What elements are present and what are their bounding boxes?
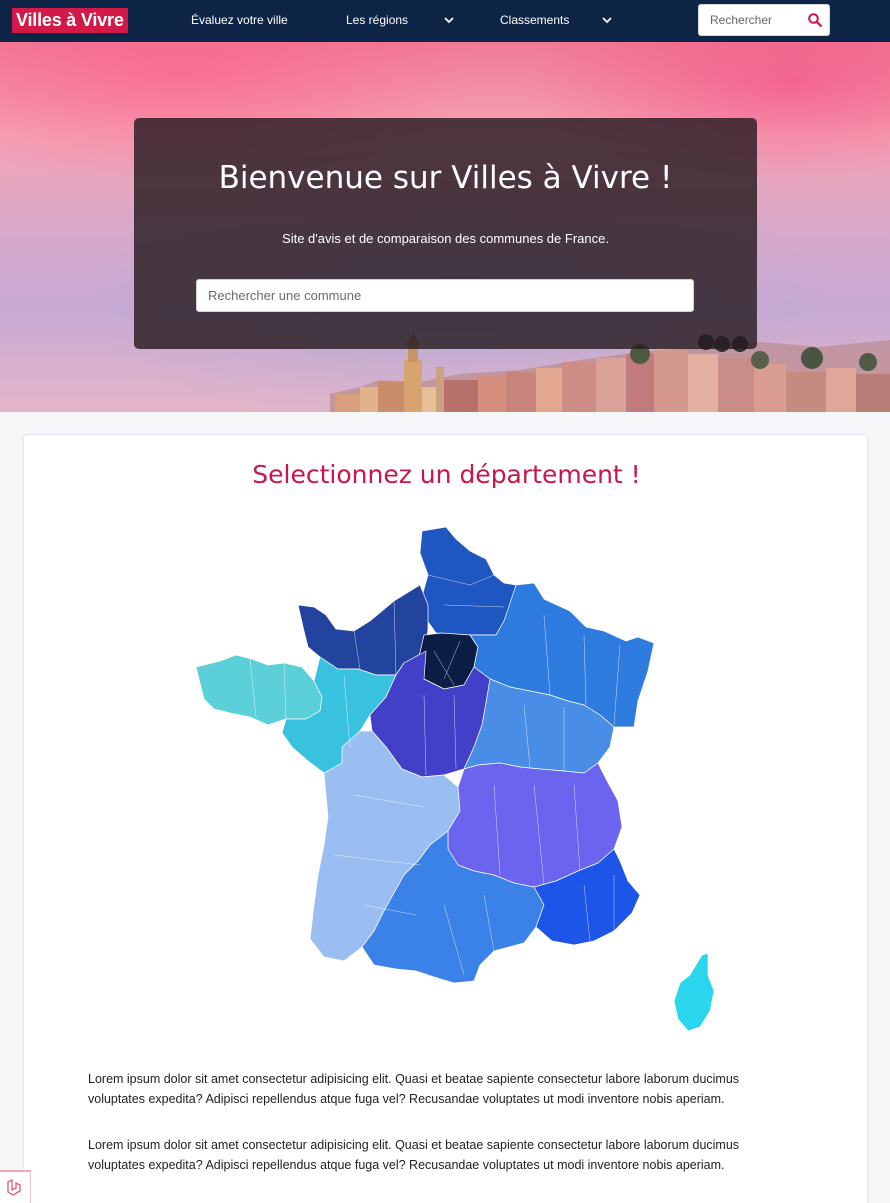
nav-item-regions[interactable]: Les régions	[346, 0, 408, 42]
laravel-icon[interactable]	[0, 1170, 31, 1203]
chevron-down-icon[interactable]	[601, 14, 613, 26]
navbar-search-input[interactable]	[699, 5, 799, 35]
hero-banner: Bienvenue sur Villes à Vivre ! Site d'av…	[0, 42, 890, 412]
navbar: Villes à Vivre Évaluez votre ville Les r…	[0, 0, 890, 42]
hero-subtitle: Site d'avis et de comparaison des commun…	[282, 231, 609, 246]
nav-item-label: Les régions	[346, 13, 409, 27]
site-logo[interactable]: Villes à Vivre	[12, 8, 128, 33]
nav-item-evaluez[interactable]: Évaluez votre ville	[191, 0, 288, 42]
nav-item-classements[interactable]: Classements	[500, 0, 569, 42]
intro-paragraph-1: Lorem ipsum dolor sit amet consectetur a…	[88, 1072, 740, 1106]
region-hauts-de-france[interactable]	[419, 526, 517, 636]
region-bretagne[interactable]	[195, 654, 323, 726]
intro-paragraph-2: Lorem ipsum dolor sit amet consectetur a…	[88, 1138, 740, 1172]
commune-search-input[interactable]	[196, 279, 694, 312]
nav-item-label: Classements	[500, 13, 570, 27]
hero-welcome-card: Bienvenue sur Villes à Vivre ! Site d'av…	[134, 118, 757, 349]
nav-item-label: Évaluez votre ville	[191, 13, 288, 27]
hero-title: Bienvenue sur Villes à Vivre !	[218, 160, 673, 196]
france-departments-map	[195, 526, 715, 1032]
chevron-down-icon[interactable]	[443, 14, 455, 26]
search-icon[interactable]	[807, 12, 823, 28]
region-corse[interactable]	[673, 952, 715, 1032]
department-card: Selectionnez un département ! Lorem ipsu…	[23, 434, 868, 1203]
navbar-search	[698, 4, 830, 36]
